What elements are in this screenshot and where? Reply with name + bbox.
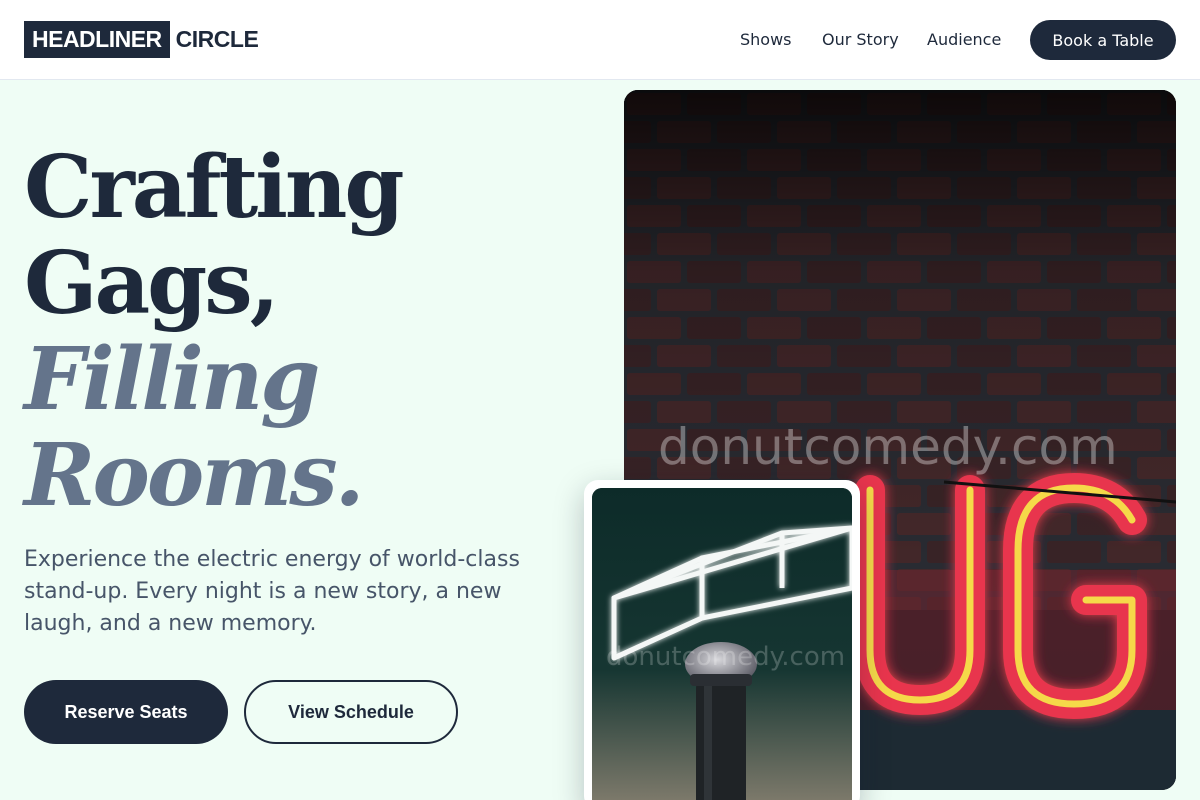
hero-headline: Crafting Gags, Filling Rooms.: [24, 140, 584, 524]
nav-link-audience[interactable]: Audience: [927, 30, 1001, 49]
nav-link-shows[interactable]: Shows: [740, 30, 792, 49]
nav-link-our-story[interactable]: Our Story: [822, 30, 899, 49]
reserve-seats-button[interactable]: Reserve Seats: [24, 680, 228, 744]
headline-line-2: Gags,: [24, 233, 280, 334]
logo-box-text: HEADLINER: [24, 21, 170, 58]
hero-description: Experience the electric energy of world-…: [24, 547, 520, 636]
book-table-button[interactable]: Book a Table: [1030, 20, 1176, 60]
photo-card-microphone: [584, 480, 860, 800]
headline-line-3: Filling: [24, 329, 320, 430]
headline-line-1: Crafting: [24, 137, 405, 238]
logo-rest-text: CIRCLE: [175, 26, 259, 52]
brand-logo[interactable]: HEADLINER CIRCLE: [24, 21, 259, 58]
site-header: HEADLINER CIRCLE Shows Our Story Audienc…: [0, 0, 1200, 80]
headline-line-4: Rooms.: [24, 425, 365, 526]
view-schedule-button[interactable]: View Schedule: [244, 680, 458, 744]
